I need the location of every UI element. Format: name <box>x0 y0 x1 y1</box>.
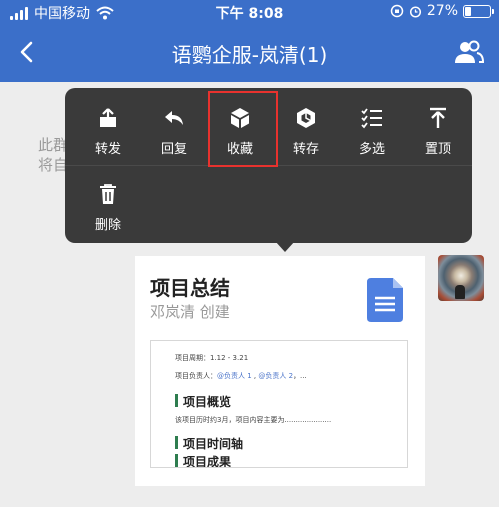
group-notice-text: 此群 将自 <box>38 135 68 175</box>
document-icon <box>367 278 403 322</box>
preview-section-overview: 项目概览 <box>175 393 231 410</box>
preview-section-timeline: 项目时间轴 <box>175 435 243 452</box>
nav-bar: 语鹦企服-岚清(1) <box>0 24 499 82</box>
preview-overview-text: 该项目历时约3月，项目内容主要为..................... <box>175 416 332 424</box>
menu-item-label: 回复 <box>160 142 187 157</box>
battery-icon <box>463 4 494 18</box>
preview-section-results: 项目成果 <box>175 453 231 467</box>
menu-item-pin-top[interactable]: 置顶 <box>405 100 471 162</box>
pin-top-icon <box>430 107 446 128</box>
share-icon <box>100 108 116 127</box>
menu-item-label: 转发 <box>94 142 121 157</box>
preview-owners: 项目负责人：@负责人 1 , @负责人 2，... <box>175 372 307 380</box>
menu-item-save-to[interactable]: 转存 <box>273 100 339 162</box>
battery-fill <box>465 6 471 16</box>
save-to-icon <box>297 108 315 128</box>
preview-owner-1: @负责人 1 <box>217 372 252 380</box>
menu-item-forward[interactable]: 转发 <box>75 100 141 162</box>
doc-creator: 邓岚清 创建 <box>150 303 230 321</box>
menu-item-reply[interactable]: 回复 <box>141 100 207 162</box>
status-bar: 中国移动 下午 8:08 27% <box>0 0 499 24</box>
menu-item-label: 转存 <box>292 142 319 157</box>
battery-percent: 27% <box>426 3 458 19</box>
multi-select-icon <box>361 108 382 129</box>
preview-period: 项目周期：1.12 - 3.21 <box>175 354 249 362</box>
menu-item-label: 删除 <box>94 218 121 233</box>
group-notice-line2: 将自 <box>38 156 69 174</box>
doc-title: 项目总结 <box>150 276 230 300</box>
menu-item-delete[interactable]: 删除 <box>75 176 141 238</box>
group-notice-line1: 此群 <box>38 136 69 154</box>
group-members-icon[interactable] <box>453 38 485 66</box>
status-right: 27% <box>390 3 494 19</box>
preview-owner-tail: ，... <box>293 372 307 380</box>
trash-icon <box>100 184 116 204</box>
preview-owner-label: 项目负责人： <box>175 372 217 380</box>
chat-title: 语鹦企服-岚清(1) <box>171 43 328 67</box>
doc-preview: 项目周期：1.12 - 3.21 项目负责人：@负责人 1 , @负责人 2，.… <box>150 340 408 468</box>
avatar-figure <box>455 285 465 299</box>
menu-item-multi-select[interactable]: 多选 <box>339 100 405 162</box>
menu-pointer-arrow <box>275 241 295 252</box>
avatar[interactable] <box>438 255 484 301</box>
preview-owner-2: @负责人 2 <box>258 372 294 380</box>
favorite-highlight-box <box>208 91 278 167</box>
menu-item-label: 多选 <box>358 142 385 157</box>
header: 中国移动 下午 8:08 27% 语鹦企服-岚清(1) <box>0 0 499 82</box>
orientation-lock-icon <box>390 4 404 18</box>
doc-message-card[interactable]: 项目总结 邓岚清 创建 项目周期：1.12 - 3.21 项目负责人：@负责人 … <box>135 256 425 486</box>
reply-icon <box>165 111 183 125</box>
alarm-icon <box>409 5 421 18</box>
menu-item-label: 置顶 <box>424 142 451 157</box>
